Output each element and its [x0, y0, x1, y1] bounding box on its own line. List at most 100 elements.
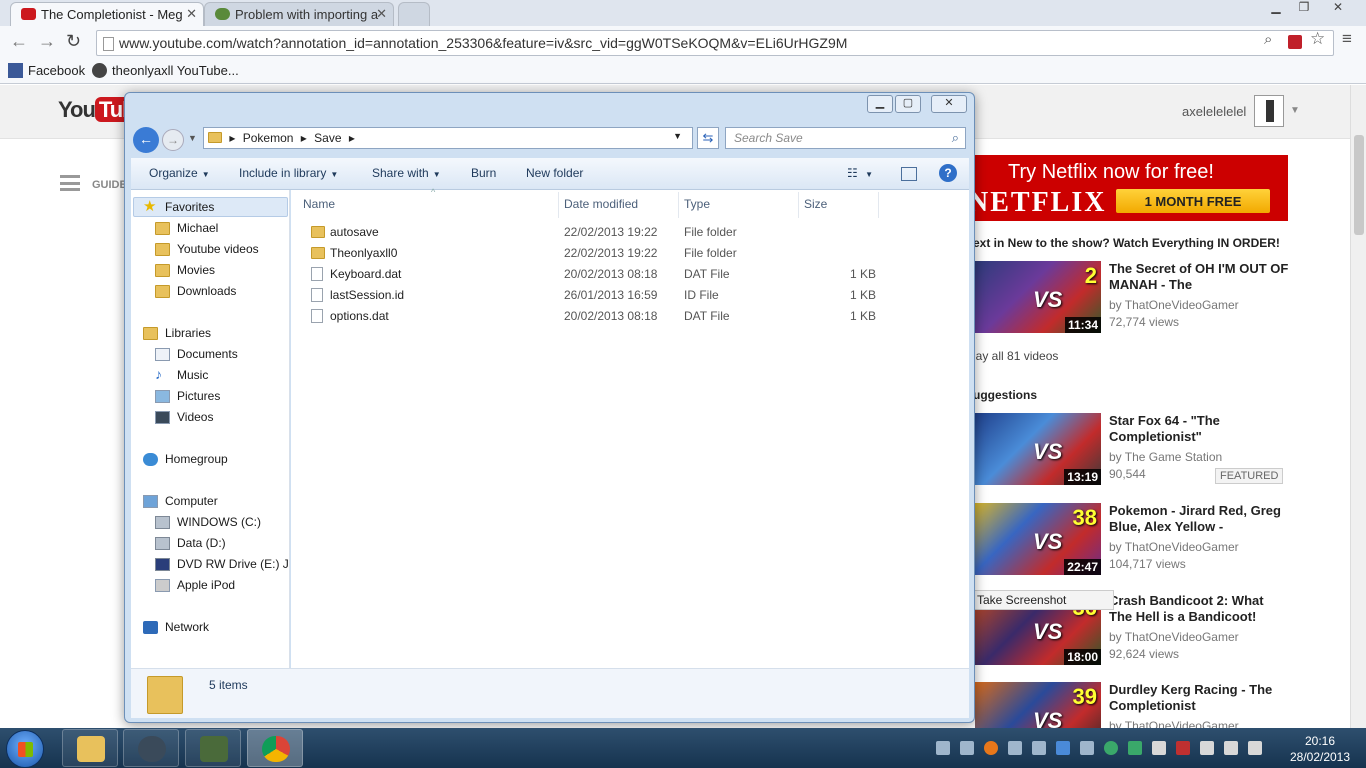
video-thumbnail[interactable]: 38 VS 22:47: [975, 503, 1101, 575]
new-tab-button[interactable]: [398, 2, 430, 26]
chevron-down-icon[interactable]: ▼: [1290, 105, 1300, 116]
video-channel[interactable]: by ThatOneVideoGamer: [1109, 298, 1239, 312]
app-taskbar-button[interactable]: [185, 729, 241, 767]
search-input[interactable]: Search Save ⌕: [725, 127, 966, 149]
back-arrow-icon[interactable]: ←: [10, 31, 28, 52]
monitor-tray-icon[interactable]: [1080, 741, 1094, 755]
video-title[interactable]: Star Fox 64 - "The Completionist": [1109, 413, 1289, 445]
forward-arrow-icon[interactable]: →: [38, 31, 56, 52]
file-row[interactable]: Keyboard.dat 20/02/2013 08:18 DAT File 1…: [291, 264, 969, 285]
tab-completionist[interactable]: The Completionist - Meg ✕: [10, 2, 204, 26]
file-row[interactable]: Theonlyaxll0 22/02/2013 19:22 File folde…: [291, 243, 969, 264]
video-item[interactable]: 2 VS 11:34 The Secret of OH I'M OUT OF M…: [975, 261, 1290, 333]
usb-tray-icon[interactable]: [1200, 741, 1214, 755]
video-item[interactable]: VS 13:19 Star Fox 64 - "The Completionis…: [975, 413, 1290, 485]
zoom-icon[interactable]: ⌕: [1264, 31, 1272, 48]
device-tray-icon[interactable]: [1128, 741, 1142, 755]
column-header-date[interactable]: Date modified: [564, 197, 638, 211]
bookmark-facebook[interactable]: Facebook: [8, 63, 85, 78]
signal-tray-icon[interactable]: [1224, 741, 1238, 755]
history-dropdown-icon[interactable]: ▼: [188, 133, 197, 143]
search-icon[interactable]: ⌕: [952, 130, 959, 146]
address-bar[interactable]: ▸ Pokemon ▸ Save ▸ ▼: [203, 127, 693, 149]
network-app-tray-icon[interactable]: [1056, 741, 1070, 755]
nav-item-michael[interactable]: Michael: [155, 221, 218, 235]
video-channel[interactable]: by ThatOneVideoGamer: [1109, 630, 1239, 644]
avast-tray-icon[interactable]: [984, 741, 998, 755]
column-header-name[interactable]: Name: [303, 197, 335, 211]
nav-item-pictures[interactable]: Pictures: [155, 389, 220, 403]
volume-icon[interactable]: [1248, 741, 1262, 755]
new-folder-button[interactable]: New folder: [526, 166, 583, 180]
steam-taskbar-button[interactable]: [123, 729, 179, 767]
video-thumbnail[interactable]: 39 VS: [975, 682, 1101, 728]
ad-free-button[interactable]: 1 MONTH FREE: [1116, 189, 1270, 213]
restore-icon[interactable]: ❐: [1290, 0, 1318, 18]
nav-item-windows-c[interactable]: WINDOWS (C:): [155, 515, 261, 529]
back-arrow-icon[interactable]: ←: [133, 127, 159, 153]
video-channel[interactable]: by ThatOneVideoGamer: [1109, 540, 1239, 554]
play-all-link[interactable]: lay all 81 videos: [973, 349, 1058, 363]
guide-menu-icon[interactable]: [60, 175, 80, 191]
nav-homegroup[interactable]: Homegroup: [143, 452, 228, 466]
nav-libraries[interactable]: Libraries: [143, 326, 211, 340]
column-divider[interactable]: [798, 192, 799, 218]
breadcrumb-separator-icon[interactable]: ▸: [301, 131, 307, 145]
scrollbar-thumb[interactable]: [1354, 135, 1364, 235]
close-tab-icon[interactable]: ✕: [376, 6, 387, 22]
close-tab-icon[interactable]: ✕: [186, 6, 197, 22]
nav-network[interactable]: Network: [143, 620, 209, 634]
column-divider[interactable]: [678, 192, 679, 218]
flag-tray-icon[interactable]: [1152, 741, 1166, 755]
nav-item-documents[interactable]: Documents: [155, 347, 238, 361]
sync-tray-icon[interactable]: [1104, 741, 1118, 755]
extension-icon[interactable]: [1288, 35, 1302, 49]
breadcrumb-pokemon[interactable]: Pokemon: [243, 131, 294, 145]
nav-item-dvd-e[interactable]: DVD RW Drive (E:) JE: [155, 557, 289, 571]
close-window-icon[interactable]: ✕: [931, 95, 967, 113]
column-divider[interactable]: [878, 192, 879, 218]
minimize-icon[interactable]: ▁: [867, 95, 893, 113]
menu-icon[interactable]: ≡: [1342, 29, 1352, 49]
nav-favorites[interactable]: ★ Favorites: [143, 198, 214, 215]
app-tray-icon[interactable]: [1008, 741, 1022, 755]
playlist-title[interactable]: ext in New to the show? Watch Everything…: [973, 236, 1280, 250]
reload-icon[interactable]: ↻: [66, 31, 81, 52]
maximize-icon[interactable]: ▢: [895, 95, 921, 113]
column-header-size[interactable]: Size: [804, 197, 827, 211]
nav-item-movies[interactable]: Movies: [155, 263, 215, 277]
breadcrumb-separator-icon[interactable]: ▸: [349, 131, 355, 145]
video-title[interactable]: Crash Bandicoot 2: What The Hell is a Ba…: [1109, 593, 1289, 625]
username[interactable]: axelelelelel: [1182, 104, 1246, 119]
chrome-taskbar-button[interactable]: [247, 729, 303, 767]
column-header-type[interactable]: Type: [684, 197, 710, 211]
video-title[interactable]: The Secret of OH I'M OUT OF MANAH - The: [1109, 261, 1289, 293]
video-title[interactable]: Durdley Kerg Racing - The Completionist: [1109, 682, 1289, 714]
netflix-ad-banner[interactable]: Try Netflix now for free! NETFLIX 1 MONT…: [968, 155, 1288, 221]
refresh-icon[interactable]: ⇆: [697, 127, 719, 149]
video-item[interactable]: 39 VS Durdley Kerg Racing - The Completi…: [975, 682, 1290, 728]
nav-item-music[interactable]: ♪ Music: [155, 366, 208, 382]
nav-computer[interactable]: Computer: [143, 494, 218, 508]
preview-pane-icon[interactable]: [901, 167, 917, 181]
address-dropdown-icon[interactable]: ▼: [673, 131, 682, 141]
video-thumbnail[interactable]: 2 VS 11:34: [975, 261, 1101, 333]
nav-item-videos[interactable]: Videos: [155, 410, 213, 424]
video-thumbnail[interactable]: VS 13:19: [975, 413, 1101, 485]
nav-item-downloads[interactable]: Downloads: [155, 284, 236, 298]
video-title[interactable]: Pokemon - Jirard Red, Greg Blue, Alex Ye…: [1109, 503, 1289, 535]
view-options-icon[interactable]: ☷ ▼: [847, 166, 873, 180]
nav-item-data-d[interactable]: Data (D:): [155, 536, 226, 550]
forward-arrow-icon[interactable]: →: [162, 129, 184, 151]
address-bar[interactable]: www.youtube.com/watch?annotation_id=anno…: [96, 30, 1334, 56]
nav-item-apple-ipod[interactable]: Apple iPod: [155, 578, 235, 592]
file-row[interactable]: autosave 22/02/2013 19:22 File folder: [291, 222, 969, 243]
camera-tray-icon[interactable]: [936, 741, 950, 755]
share-with-button[interactable]: Share with ▼: [372, 166, 441, 180]
include-in-library-button[interactable]: Include in library ▼: [239, 166, 338, 180]
bookmark-theonlyaxll[interactable]: theonlyaxll YouTube...: [92, 63, 239, 78]
guide-label[interactable]: GUIDE: [92, 179, 127, 191]
battery-tray-icon[interactable]: [1176, 741, 1190, 755]
breadcrumb-save[interactable]: Save: [314, 131, 341, 145]
tab-problem-importing[interactable]: Problem with importing a ✕: [204, 2, 394, 26]
